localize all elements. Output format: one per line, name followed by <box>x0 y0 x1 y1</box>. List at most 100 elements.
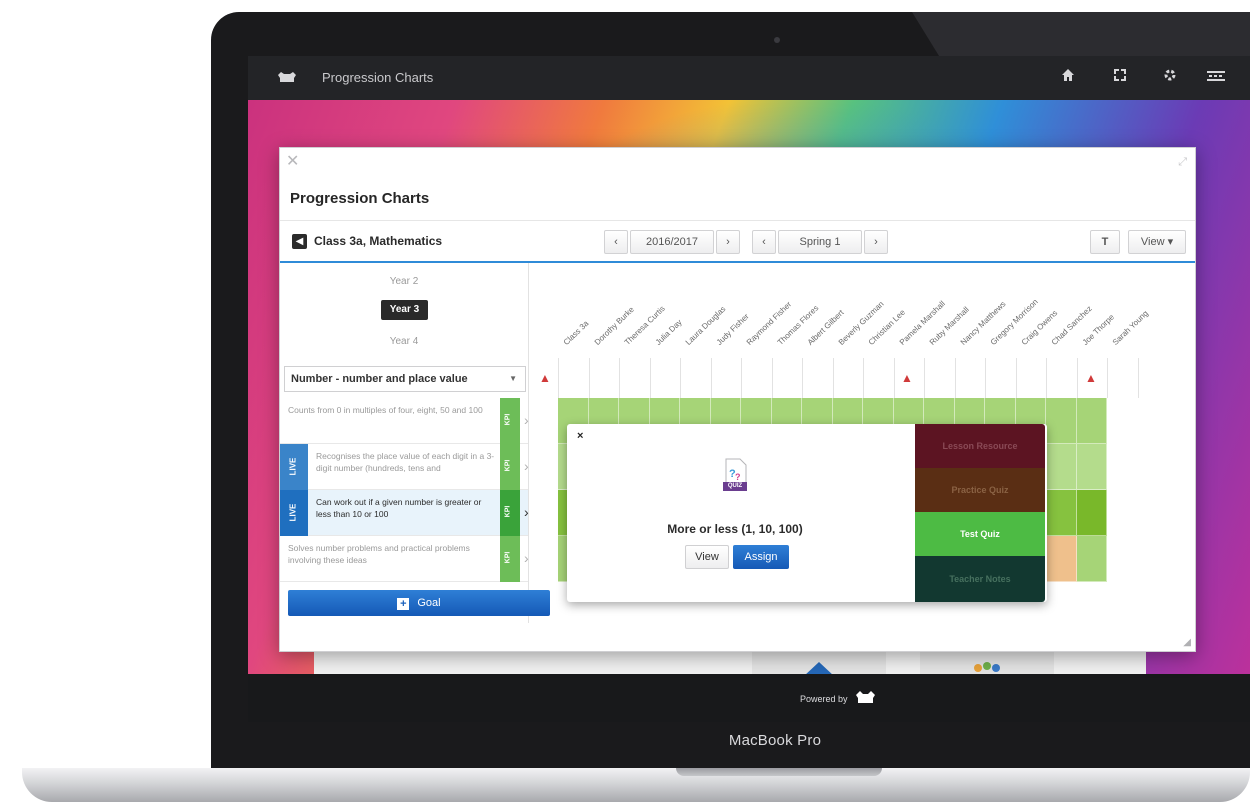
laptop-notch <box>676 768 882 776</box>
objective-row[interactable]: LIVE Recognises the place value of each … <box>280 444 529 490</box>
warning-icon[interactable]: ▲ <box>900 372 914 385</box>
year-period-display[interactable]: 2016/2017 <box>630 230 714 254</box>
test-quiz-tab[interactable]: Test Quiz <box>915 512 1045 556</box>
objective-text: Solves number problems and practical pro… <box>288 543 470 565</box>
grid-column-line <box>680 358 681 398</box>
grid-column-line <box>619 358 620 398</box>
grid-column-line <box>1046 358 1047 398</box>
toolbar-underline <box>280 261 1195 263</box>
app-footer: Powered by <box>248 674 1250 722</box>
expand-icon[interactable] <box>1110 68 1130 88</box>
column-divider <box>528 263 529 623</box>
lesson-resource-tab[interactable]: Lesson Resource <box>915 424 1045 468</box>
chevron-right-icon[interactable]: › <box>524 412 529 428</box>
grid-column-line <box>1107 358 1108 398</box>
prev-term-button[interactable]: ‹ <box>752 230 776 254</box>
objective-row-selected[interactable]: LIVE Can work out if a given number is g… <box>280 490 529 536</box>
next-term-button[interactable]: › <box>864 230 888 254</box>
progress-cell[interactable] <box>1076 536 1107 582</box>
teacher-notes-tab[interactable]: Teacher Notes <box>915 556 1045 602</box>
topic-select[interactable]: Number - number and place value ▼ <box>284 366 526 392</box>
modal-close-icon[interactable]: ✕ <box>286 154 299 170</box>
grid-column-line <box>1076 358 1078 398</box>
live-badge: LIVE <box>280 444 308 490</box>
progress-cell[interactable] <box>1046 444 1077 490</box>
kpi-badge: KPI <box>500 398 520 444</box>
grid-icon[interactable] <box>1206 68 1226 88</box>
class-label: Class 3a, Mathematics <box>314 234 443 248</box>
quiz-badge: QUIZ <box>727 483 743 489</box>
year-option-active[interactable]: Year 3 <box>381 300 428 320</box>
powered-by-text: Powered by <box>800 694 848 704</box>
back-arrow-icon[interactable]: ◀ <box>292 234 307 249</box>
grid-column-line <box>649 358 651 398</box>
topic-select-value: Number - number and place value <box>291 373 468 385</box>
divider <box>280 220 1195 221</box>
modal-title: Progression Charts <box>290 190 430 207</box>
grid-column-line <box>985 358 986 398</box>
grid-column-line <box>924 358 925 398</box>
filter-button[interactable]: T <box>1090 230 1120 254</box>
year-option-4[interactable]: Year 4 <box>280 336 528 347</box>
cow-logo-icon[interactable] <box>276 70 298 84</box>
prev-year-button[interactable]: ‹ <box>604 230 628 254</box>
settings-icon[interactable] <box>1160 68 1180 88</box>
app-title: Progression Charts <box>322 70 434 85</box>
next-year-button[interactable]: › <box>716 230 740 254</box>
chevron-right-icon[interactable]: › <box>524 504 529 520</box>
kpi-badge: KPI <box>500 490 520 536</box>
chevron-right-icon[interactable]: › <box>524 458 529 474</box>
objective-row[interactable]: Counts from 0 in multiples of four, eigh… <box>280 398 529 444</box>
chevron-down-icon: ▼ <box>509 374 517 383</box>
term-display[interactable]: Spring 1 <box>778 230 862 254</box>
grid-column-line <box>558 358 559 398</box>
grid-column-line <box>1015 358 1017 398</box>
app-topbar: Progression Charts <box>248 56 1250 100</box>
practice-quiz-tab[interactable]: Practice Quiz <box>915 468 1045 512</box>
svg-text:?: ? <box>735 472 741 482</box>
grid-column-line <box>1137 358 1139 398</box>
progress-cell[interactable] <box>1046 398 1077 444</box>
year-option-2[interactable]: Year 2 <box>280 276 528 287</box>
live-badge: LIVE <box>280 490 308 536</box>
grid-column-line <box>588 358 590 398</box>
add-goal-button[interactable]: + Goal <box>288 590 550 616</box>
student-label[interactable]: Class 3a <box>562 319 591 347</box>
modal-expand-icon[interactable]: ⤢ <box>1178 156 1187 169</box>
progress-cell[interactable] <box>1076 398 1107 444</box>
progress-cell[interactable] <box>1046 490 1077 536</box>
view-button[interactable]: View <box>685 545 729 569</box>
progress-cell[interactable] <box>1046 536 1077 582</box>
bezel-glare <box>912 12 1250 56</box>
quiz-title: More or less (1, 10, 100) <box>667 522 803 536</box>
grid-column-line <box>710 358 712 398</box>
warning-icon[interactable]: ▲ <box>538 372 552 385</box>
kpi-badge: KPI <box>500 444 520 490</box>
grid-column-line <box>863 358 864 398</box>
chevron-right-icon[interactable]: › <box>524 550 529 566</box>
objective-row[interactable]: Solves number problems and practical pro… <box>280 536 529 582</box>
resource-popover: × ? ? QUIZ More or less (1, 10, 100) Vie… <box>567 424 1047 602</box>
assign-button[interactable]: Assign <box>733 545 789 569</box>
camera-icon <box>774 37 780 43</box>
objective-text: Can work out if a given number is greate… <box>316 497 482 519</box>
grid-column-line <box>954 358 956 398</box>
goal-label: Goal <box>417 597 441 609</box>
footer-logo-icon <box>856 691 875 703</box>
student-label[interactable]: Julia Day <box>653 318 683 347</box>
progress-cell[interactable] <box>1076 444 1107 490</box>
grid-column-line <box>741 358 742 398</box>
home-icon[interactable] <box>1058 68 1078 88</box>
grid-column-line <box>832 358 834 398</box>
kpi-badge: KPI <box>500 536 520 582</box>
resize-handle-icon[interactable]: ◢ <box>1183 637 1191 648</box>
warning-icon[interactable]: ▲ <box>1084 372 1098 385</box>
popover-close-icon[interactable]: × <box>577 430 583 442</box>
objective-text: Counts from 0 in multiples of four, eigh… <box>288 405 483 415</box>
student-label[interactable]: Sarah Young <box>1111 309 1150 347</box>
view-dropdown[interactable]: View ▾ <box>1128 230 1186 254</box>
laptop-base <box>22 768 1250 802</box>
grid-column-line <box>893 358 895 398</box>
progress-cell[interactable] <box>1076 490 1107 536</box>
plus-icon: + <box>397 598 410 610</box>
